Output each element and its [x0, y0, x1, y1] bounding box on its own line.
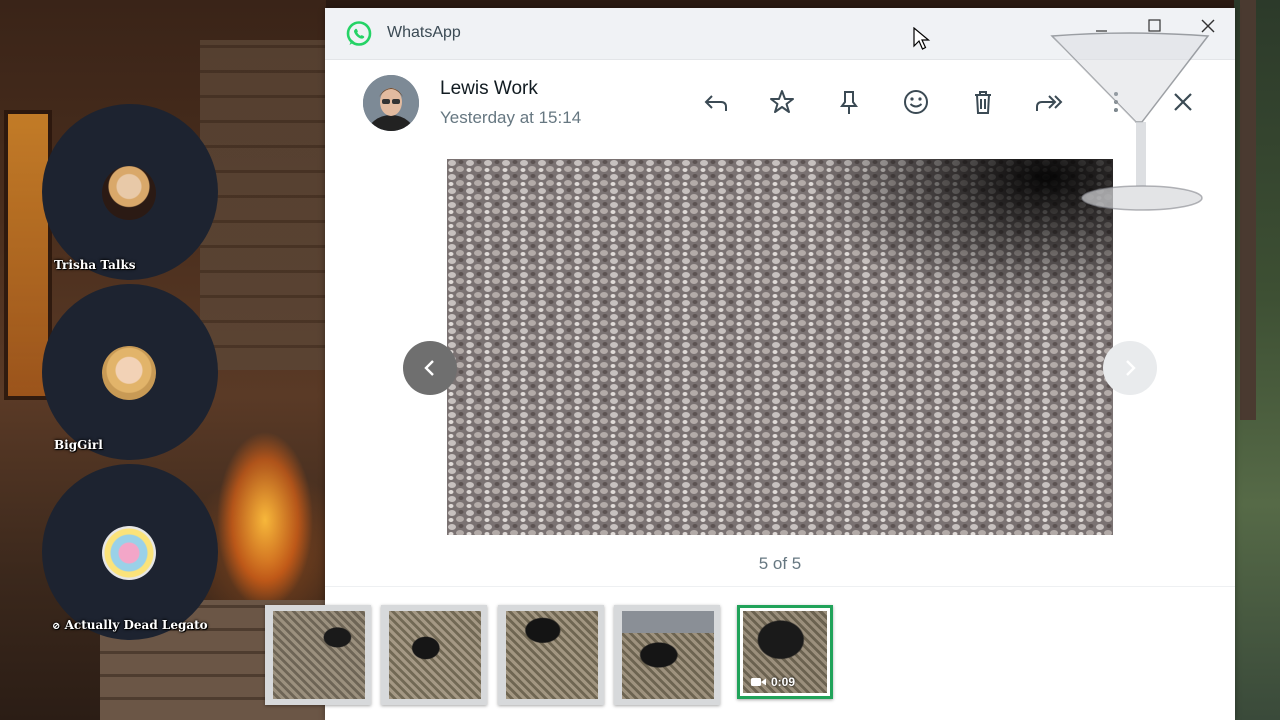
media-preview[interactable] — [447, 159, 1113, 535]
background-stone-chimney — [200, 40, 326, 370]
thumbnail-image — [389, 611, 481, 699]
message-timestamp: Yesterday at 15:14 — [440, 108, 582, 127]
media-thumbnail-2[interactable] — [381, 605, 487, 705]
thumbnail-image — [273, 611, 365, 699]
thumbnail-image — [506, 611, 598, 699]
chevron-left-icon — [424, 360, 434, 376]
participant-avatar — [102, 526, 156, 580]
mouse-cursor-icon — [913, 27, 931, 50]
maximize-icon[interactable] — [1136, 14, 1172, 40]
participant-avatar — [102, 346, 156, 400]
participant-name-row: ⊘ Actually Dead Legato — [52, 618, 208, 632]
media-viewer-header: Lewis Work Yesterday at 15:14 — [325, 60, 1235, 150]
participant-name: Actually Dead Legato — [64, 618, 208, 632]
delete-icon[interactable] — [968, 87, 998, 117]
participant-tile-2[interactable] — [42, 284, 218, 460]
close-viewer-icon[interactable] — [1168, 87, 1198, 117]
next-media-button[interactable] — [1103, 341, 1157, 395]
reply-icon[interactable] — [701, 87, 731, 117]
title-bar: WhatsApp — [325, 8, 1235, 60]
participant-tile-1[interactable] — [42, 104, 218, 280]
background-tree-trunk — [1240, 0, 1256, 420]
forward-icon[interactable] — [1034, 87, 1064, 117]
whatsapp-logo-icon — [346, 21, 372, 46]
video-duration: 0:09 — [751, 675, 795, 689]
thumbnail-image: 0:09 — [743, 611, 827, 693]
mic-muted-icon: ⊘ — [52, 621, 61, 632]
whatsapp-window: WhatsApp Lewis Work Yesterday at 15:14 5… — [265, 8, 1235, 720]
media-counter: 5 of 5 — [758, 554, 802, 573]
participant-name: Trisha Talks — [54, 258, 136, 272]
media-thumbnail-5-selected[interactable]: 0:09 — [737, 605, 833, 699]
emoji-icon[interactable] — [901, 87, 931, 117]
participant-name: BigGirl — [54, 438, 103, 452]
participant-tile-3[interactable] — [42, 464, 218, 640]
minimize-icon[interactable] — [1083, 14, 1119, 40]
thumbnail-image — [622, 611, 714, 699]
media-thumbnail-4[interactable] — [614, 605, 720, 705]
media-thumbnail-3[interactable] — [498, 605, 604, 705]
participant-avatar — [102, 166, 156, 220]
star-icon[interactable] — [767, 87, 797, 117]
sender-name: Lewis Work — [440, 78, 538, 99]
app-title: WhatsApp — [387, 24, 461, 41]
media-thumbnail-1[interactable] — [265, 605, 371, 705]
sender-avatar[interactable] — [363, 75, 419, 131]
video-camera-icon — [751, 678, 766, 686]
avatar-photo — [363, 75, 419, 131]
video-duration-text: 0:09 — [771, 675, 796, 689]
close-window-icon[interactable] — [1190, 14, 1226, 40]
forest-background — [1234, 0, 1280, 720]
more-icon[interactable] — [1101, 87, 1131, 117]
chevron-right-icon — [1126, 360, 1136, 376]
thumbnail-strip: 0:09 — [265, 586, 1235, 720]
previous-media-button[interactable] — [403, 341, 457, 395]
carpet-video-frame — [447, 159, 1113, 535]
pin-icon[interactable] — [834, 87, 864, 117]
